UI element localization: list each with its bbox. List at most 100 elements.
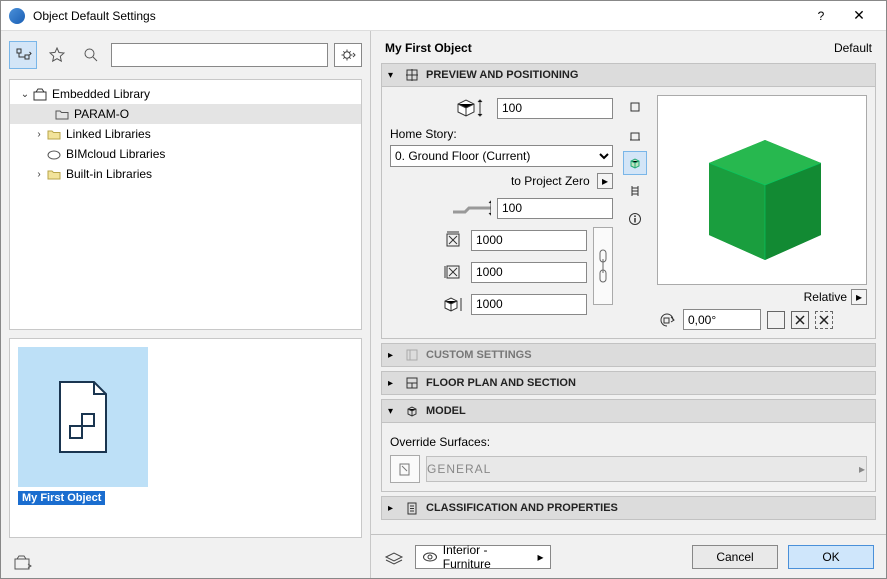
view-section-button[interactable] (623, 179, 647, 203)
tree-item-label: Built-in Libraries (62, 167, 152, 181)
height-row (390, 95, 613, 121)
positioning-fields: Home Story: 0. Ground Floor (Current) to… (390, 95, 613, 330)
cloud-icon (46, 146, 62, 162)
home-story-row: 0. Ground Floor (Current) (390, 145, 613, 167)
tree-item-bimcloud[interactable]: BIMcloud Libraries (10, 144, 361, 164)
link-dimensions-toggle[interactable] (593, 227, 613, 305)
view-info-button[interactable] (623, 207, 647, 231)
section-header-model[interactable]: ▾ MODEL (381, 399, 876, 423)
document-icon (54, 378, 112, 456)
search-button[interactable] (77, 41, 105, 69)
relative-row: Relative ▸ (657, 289, 867, 305)
elevation-row (390, 195, 613, 221)
app-icon (9, 8, 25, 24)
search-input[interactable] (111, 43, 328, 67)
layer-popup[interactable]: Interior - Furniture ▸ (415, 545, 551, 569)
section-title: CUSTOM SETTINGS (426, 349, 532, 361)
content-area: ⌄ Embedded Library PARAM-O › Linked Libr… (1, 31, 886, 578)
cube-preview-icon (677, 105, 847, 275)
tree-item-linked[interactable]: › Linked Libraries (10, 124, 361, 144)
right-panel: My First Object Default ▾ PREVIEW AND PO… (371, 31, 886, 578)
section-body-preview: Home Story: 0. Ground Floor (Current) to… (381, 87, 876, 339)
section-title: CLASSIFICATION AND PROPERTIES (426, 502, 618, 514)
info-icon (628, 212, 642, 226)
mirror-x2-toggle[interactable] (815, 311, 833, 329)
chevron-right-icon: ▸ (388, 350, 398, 361)
ok-button[interactable]: OK (788, 545, 874, 569)
object-thumbnail[interactable] (18, 347, 148, 487)
preview-3d[interactable] (657, 95, 867, 285)
tree-item-embedded[interactable]: ⌄ Embedded Library (10, 84, 361, 104)
object-name-label: My First Object (385, 41, 472, 55)
angle-input[interactable] (683, 309, 761, 330)
dimx-input[interactable] (471, 230, 587, 251)
floorplan-icon (404, 375, 420, 391)
arrow-down-icon: ⌄ (18, 89, 32, 100)
star-icon (49, 47, 65, 63)
browse-mode-button[interactable] (9, 41, 37, 69)
model-icon (404, 403, 420, 419)
tree-item-label: Embedded Library (48, 87, 150, 101)
favorites-button[interactable] (43, 41, 71, 69)
thumbnail-label: My First Object (18, 491, 105, 505)
titlebar: Object Default Settings ? ✕ (1, 1, 886, 31)
surface-general-label: GENERAL (427, 462, 491, 476)
mirror-empty-toggle[interactable] (767, 311, 785, 329)
section-header-preview[interactable]: ▾ PREVIEW AND POSITIONING (381, 63, 876, 87)
preview-section-icon (404, 67, 420, 83)
folder-icon (46, 126, 62, 142)
scope-label: Default (834, 41, 872, 55)
arrow-right-icon: › (32, 129, 46, 140)
layer-name: Interior - Furniture (443, 543, 532, 571)
dim-z-icon (441, 291, 465, 317)
help-button[interactable]: ? (802, 9, 840, 23)
x-icon (794, 314, 806, 326)
override-surface-button[interactable] (390, 455, 420, 483)
library-manager-icon (14, 554, 32, 570)
elevation-icon (628, 128, 642, 142)
mirror-x-toggle[interactable] (791, 311, 809, 329)
height-input[interactable] (497, 98, 613, 119)
dimz-row (441, 291, 587, 317)
close-button[interactable]: ✕ (840, 7, 878, 24)
relative-button[interactable]: ▸ (851, 289, 867, 305)
chevron-down-icon: ▾ (388, 70, 398, 81)
section-header-classification[interactable]: ▸ CLASSIFICATION AND PROPERTIES (381, 496, 876, 520)
library-tree: ⌄ Embedded Library PARAM-O › Linked Libr… (9, 79, 362, 330)
cube-icon (628, 156, 642, 170)
settings-button[interactable] (334, 43, 362, 67)
dimy-row (441, 259, 587, 285)
view-plan-button[interactable] (623, 95, 647, 119)
right-body: ▾ PREVIEW AND POSITIONING (371, 63, 886, 534)
section-title: FLOOR PLAN AND SECTION (426, 377, 576, 389)
dimz-input[interactable] (471, 294, 587, 315)
custom-settings-icon (404, 347, 420, 363)
section-header-floorplan[interactable]: ▸ FLOOR PLAN AND SECTION (381, 371, 876, 395)
view-mode-buttons (621, 95, 649, 330)
angle-row (657, 309, 867, 330)
dim-x-icon (441, 227, 465, 253)
to-project-zero-label: to Project Zero (511, 174, 590, 188)
dimy-input[interactable] (471, 262, 587, 283)
surface-general-popup[interactable]: GENERAL ▸ (426, 456, 867, 482)
home-story-select[interactable]: 0. Ground Floor (Current) (390, 145, 613, 167)
view-elevation-button[interactable] (623, 123, 647, 147)
folder-icon (46, 166, 62, 182)
to-project-zero-button[interactable]: ▸ (597, 173, 613, 189)
classification-icon (404, 500, 420, 516)
box-height-icon (451, 95, 491, 121)
tree-item-label: Linked Libraries (62, 127, 151, 141)
view-3d-button[interactable] (623, 151, 647, 175)
dim-y-icon (441, 259, 465, 285)
to-project-zero-row: to Project Zero ▸ (390, 173, 613, 189)
section-header-custom[interactable]: ▸ CUSTOM SETTINGS (381, 343, 876, 367)
cancel-button[interactable]: Cancel (692, 545, 778, 569)
library-manager-button[interactable] (9, 548, 37, 576)
elevation-input[interactable] (497, 198, 613, 219)
tree-item-paramo[interactable]: PARAM-O (10, 104, 361, 124)
tree-item-builtin[interactable]: › Built-in Libraries (10, 164, 361, 184)
paint-icon (397, 461, 413, 477)
chevron-down-icon: ▾ (388, 406, 398, 417)
ladder-icon (628, 184, 642, 198)
rotation-icon (657, 311, 677, 329)
